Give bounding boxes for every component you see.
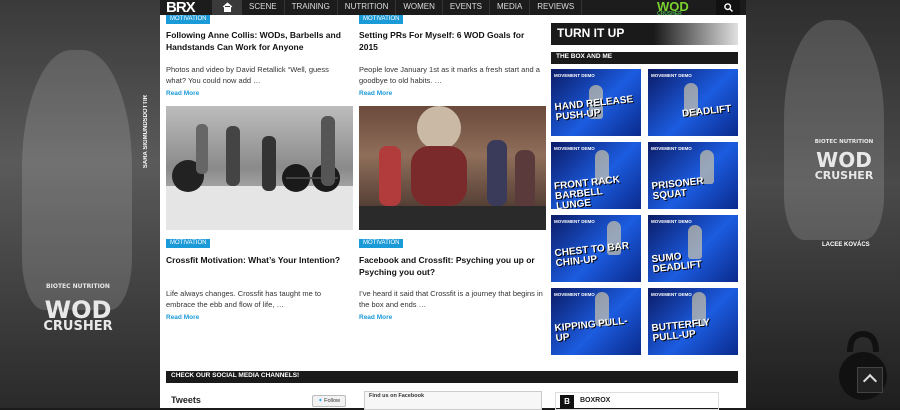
- nav-item-media[interactable]: MEDIA: [490, 0, 531, 15]
- video-title: CHEST TO BAR CHIN-UP: [554, 240, 630, 270]
- athlete-photo: [784, 20, 884, 240]
- video-thumbnail[interactable]: MOVEMENT DEMO FRONT RACK BARBELL LUNGE: [551, 142, 641, 209]
- read-more-link[interactable]: Read More: [166, 90, 199, 97]
- article-excerpt: Photos and video by David Retallick “Wel…: [166, 65, 329, 85]
- chevron-up-icon: [862, 373, 878, 389]
- article-thumbnail[interactable]: [166, 106, 353, 230]
- video-thumbnail[interactable]: MOVEMENT DEMO HAND RELEASE PUSH-UP: [551, 69, 641, 136]
- video-demo-label: MOVEMENT DEMO: [651, 292, 692, 297]
- box-and-me-heading: THE BOX AND ME: [551, 52, 738, 64]
- nav-search-button[interactable]: [716, 0, 740, 15]
- home-icon: [222, 2, 233, 12]
- video-title: KIPPING PULL-UP: [554, 315, 629, 345]
- nav-item-training[interactable]: TRAINING: [285, 0, 338, 15]
- video-thumbnail[interactable]: MOVEMENT DEMO KIPPING PULL-UP: [551, 288, 641, 355]
- article-excerpt: I’ve heard it said that Crossfit is a jo…: [359, 289, 543, 309]
- article-excerpt: People love January 1st as it marks a fr…: [359, 65, 540, 85]
- gym-scene-image: [166, 116, 353, 230]
- video-demo-label: MOVEMENT DEMO: [554, 73, 595, 78]
- nav-item-women[interactable]: WOMEN: [396, 0, 443, 15]
- tweets-widget-title: Tweets: [171, 395, 201, 405]
- nav-item-events[interactable]: EVENTS: [443, 0, 490, 15]
- read-more-link[interactable]: Read More: [359, 90, 392, 97]
- main-navbar: BRX SCENE TRAINING NUTRITION WOMEN EVENT…: [160, 0, 740, 17]
- turn-it-up-heading: TURN IT UP: [557, 26, 625, 40]
- read-more-link[interactable]: Read More: [166, 314, 199, 321]
- facebook-widget[interactable]: Find us on Facebook: [364, 391, 542, 410]
- article-title[interactable]: Setting PRs For Myself: 6 WOD Goals for …: [359, 29, 544, 53]
- category-tag[interactable]: MOTIVATION: [166, 239, 211, 248]
- social-channels-heading: CHECK OUR SOCIAL MEDIA CHANNELS!: [166, 371, 738, 383]
- scroll-to-top-button[interactable]: [857, 367, 883, 393]
- atlas-stone-image: [359, 106, 546, 230]
- box-and-me-label: THE BOX AND ME: [556, 53, 613, 60]
- nav-menu: SCENE TRAINING NUTRITION WOMEN EVENTS ME…: [242, 0, 583, 15]
- search-icon: [724, 3, 733, 12]
- video-demo-label: MOVEMENT DEMO: [554, 146, 595, 151]
- video-thumbnail[interactable]: MOVEMENT DEMO BUTTERFLY PULL-UP: [648, 288, 738, 355]
- athlete-name: LACEE KOVÁCS: [822, 242, 870, 248]
- video-demo-label: MOVEMENT DEMO: [554, 219, 595, 224]
- boxrox-profile-card[interactable]: B BOXROX: [555, 392, 719, 410]
- video-thumbnail[interactable]: MOVEMENT DEMO SUMO DEADLIFT: [648, 215, 738, 282]
- nav-item-reviews[interactable]: REVIEWS: [530, 0, 583, 15]
- follow-label: Follow: [324, 398, 341, 404]
- shirt-logo-line1: WOD: [816, 148, 872, 172]
- video-thumbnail[interactable]: MOVEMENT DEMO DEADLIFT: [648, 69, 738, 136]
- nav-home-button[interactable]: [212, 0, 242, 15]
- right-side-banner[interactable]: LACEE KOVÁCS WOD CRUSHER BIOTEC NUTRITIO…: [746, 0, 900, 408]
- boxrox-logo-icon: B: [560, 395, 574, 409]
- social-heading-label: CHECK OUR SOCIAL MEDIA CHANNELS!: [171, 372, 300, 379]
- article-title[interactable]: Following Anne Collis: WODs, Barbells an…: [166, 29, 346, 53]
- video-title: SUMO DEADLIFT: [651, 251, 703, 276]
- turn-it-up-banner[interactable]: TURN IT UP: [551, 23, 738, 45]
- video-demo-label: MOVEMENT DEMO: [651, 146, 692, 151]
- athlete-photo: [22, 50, 132, 310]
- video-title: BUTTERFLY PULL-UP: [651, 317, 711, 345]
- shirt-brand: BIOTEC NUTRITION: [46, 283, 110, 290]
- category-tag[interactable]: MOTIVATION: [359, 239, 404, 248]
- left-side-banner[interactable]: SARA SIGMUNDSDOTTIR WOD CRUSHER BIOTEC N…: [0, 0, 160, 408]
- site-logo[interactable]: BRX: [166, 0, 196, 15]
- shirt-logo-line2: CRUSHER: [814, 169, 874, 182]
- shirt-logo-line2: CRUSHER: [43, 319, 113, 334]
- video-title: FRONT RACK BARBELL LUNGE: [553, 174, 621, 209]
- article-excerpt: Life always changes. Crossfit has taught…: [166, 289, 322, 309]
- video-thumbnail[interactable]: MOVEMENT DEMO CHEST TO BAR CHIN-UP: [551, 215, 641, 282]
- video-demo-label: MOVEMENT DEMO: [554, 292, 595, 297]
- category-tag[interactable]: MOTIVATION: [359, 15, 404, 24]
- article-title[interactable]: Crossfit Motivation: What’s Your Intenti…: [166, 254, 346, 266]
- wod-crusher-logo[interactable]: WOD CRUSHER: [657, 0, 712, 17]
- video-thumbnail[interactable]: MOVEMENT DEMO PRISONER SQUAT: [648, 142, 738, 209]
- twitter-bird-icon: ✦: [317, 398, 323, 404]
- main-content: MOTIVATION Following Anne Collis: WODs, …: [160, 15, 746, 410]
- athlete-name: SARA SIGMUNDSDOTTIR: [143, 95, 149, 169]
- article-title[interactable]: Facebook and Crossfit: Psyching you up o…: [359, 254, 544, 278]
- facebook-widget-label: Find us on Facebook: [369, 393, 425, 399]
- nav-item-scene[interactable]: SCENE: [242, 0, 285, 15]
- read-more-link[interactable]: Read More: [359, 314, 392, 321]
- nav-item-nutrition[interactable]: NUTRITION: [338, 0, 397, 15]
- category-tag[interactable]: MOTIVATION: [166, 15, 211, 24]
- video-demo-label: MOVEMENT DEMO: [651, 219, 692, 224]
- shirt-brand: BIOTEC NUTRITION: [814, 139, 874, 145]
- article-thumbnail[interactable]: [359, 106, 546, 230]
- boxrox-name: BOXROX: [580, 397, 611, 404]
- twitter-follow-button[interactable]: ✦ Follow: [312, 395, 346, 407]
- video-demo-label: MOVEMENT DEMO: [651, 73, 692, 78]
- video-title: HAND RELEASE PUSH-UP: [554, 94, 634, 124]
- video-title: PRISONER SQUAT: [651, 175, 705, 203]
